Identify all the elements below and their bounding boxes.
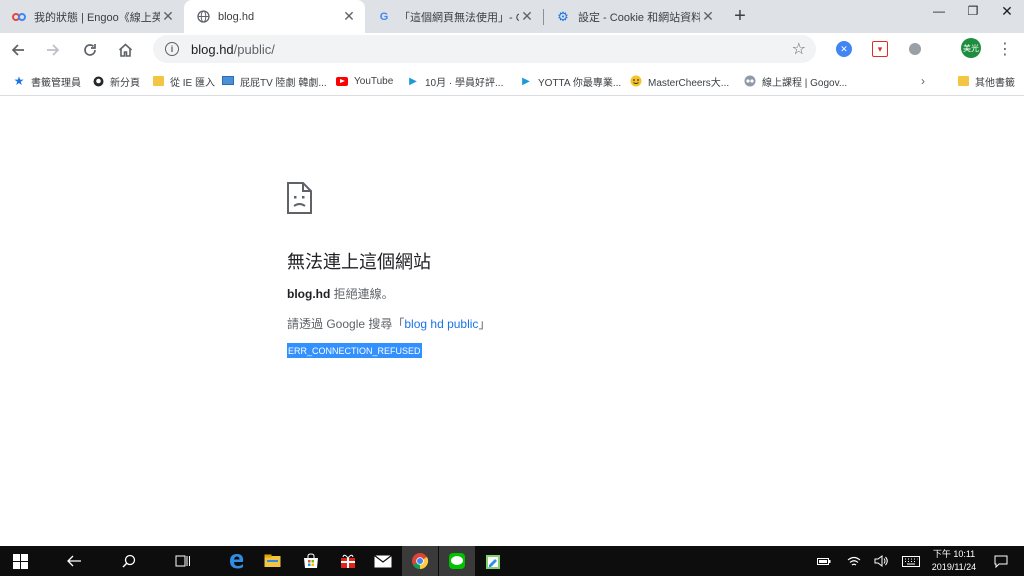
folder-icon: [957, 75, 969, 87]
keyboard-icon[interactable]: [900, 546, 922, 576]
store-icon[interactable]: [293, 546, 329, 576]
battery-icon[interactable]: [815, 546, 833, 576]
google-search-link[interactable]: blog hd public: [404, 317, 478, 331]
bookmarks-bar: ★ 書籤管理員 新分頁 從 IE 匯入 屁屁TV 陸劇 韓劇... YouTub…: [0, 66, 1024, 96]
tab-engoo[interactable]: 我的狀態 | Engoo《線上英文家 ✕: [0, 0, 184, 33]
system-clock[interactable]: 下午 10:11 2019/11/24: [925, 548, 983, 574]
error-code: ERR_CONNECTION_REFUSED: [287, 343, 422, 358]
wifi-icon[interactable]: [845, 546, 863, 576]
line-icon[interactable]: [439, 546, 475, 576]
owl-icon: [744, 75, 756, 87]
gift-app-icon[interactable]: [330, 546, 366, 576]
error-host: blog.hd: [287, 287, 331, 301]
tab-strip: 我的狀態 | Engoo《線上英文家 ✕ blog.hd ✕ G 「這個網頁無法…: [0, 0, 1024, 33]
clock-time: 下午 10:11: [932, 549, 976, 559]
settings-gear-icon: ⚙: [557, 8, 569, 24]
bookmark-item[interactable]: MasterCheers大...: [630, 73, 729, 89]
mail-icon[interactable]: [365, 546, 401, 576]
bookmark-item[interactable]: 新分頁: [92, 73, 140, 89]
bookmark-item[interactable]: ▶ YOTTA 你最專業...: [520, 73, 621, 89]
google-icon: G: [379, 10, 389, 23]
close-icon[interactable]: ✕: [700, 8, 716, 25]
star-icon: ★: [13, 74, 25, 88]
engoo-icon: [12, 10, 26, 24]
notification-icon[interactable]: [990, 546, 1012, 576]
chrome-taskbar-icon[interactable]: [402, 546, 438, 576]
youtube-icon: [336, 75, 348, 87]
search-suggestion: 請透過 Google 搜尋「blog hd public」: [287, 317, 491, 331]
reload-button[interactable]: [78, 38, 102, 62]
clock-date: 2019/11/24: [931, 562, 977, 572]
tab-settings[interactable]: ⚙ 設定 - Cookie 和網站資料 ✕: [544, 0, 724, 33]
minimize-button[interactable]: —: [922, 0, 956, 22]
close-icon[interactable]: ✕: [341, 8, 357, 25]
extension-pocket-icon[interactable]: ▾: [872, 41, 888, 57]
restore-button[interactable]: ❐: [956, 0, 990, 22]
play-icon: ▶: [409, 75, 417, 87]
error-title: 無法連上這個網站: [287, 252, 431, 272]
bookmark-star-icon[interactable]: ☆: [792, 39, 806, 59]
volume-icon[interactable]: [872, 546, 890, 576]
forward-button[interactable]: [41, 38, 65, 62]
address-bar[interactable]: i blog.hd/public/ ☆: [153, 35, 816, 63]
tv-icon: [222, 75, 234, 87]
avatar[interactable]: 美光: [961, 38, 981, 58]
bookmark-item[interactable]: YouTube: [336, 73, 393, 89]
back-button[interactable]: [6, 38, 30, 62]
close-icon[interactable]: ✕: [160, 8, 176, 25]
toolbar: i blog.hd/public/ ☆ ✕ ▾ 美光 ⋮: [0, 33, 1024, 66]
edge-icon[interactable]: [219, 546, 255, 576]
home-icon: [118, 43, 132, 57]
other-bookmarks[interactable]: 其他書籤: [957, 73, 1015, 89]
notepad-icon[interactable]: [475, 546, 511, 576]
url-text: blog.hd/public/: [191, 41, 275, 57]
globe-icon: [196, 10, 210, 24]
taskbar: 下午 10:11 2019/11/24: [0, 546, 1024, 576]
tab-chrome-help[interactable]: G 「這個網頁無法使用」- Chrom ✕: [365, 0, 543, 33]
github-icon: [92, 75, 104, 87]
home-button[interactable]: [113, 38, 137, 62]
new-tab-button[interactable]: +: [730, 5, 750, 27]
back-arrow-icon[interactable]: [56, 546, 92, 576]
bookmark-item[interactable]: 從 IE 匯入: [152, 73, 215, 89]
tab-title: 我的狀態 | Engoo《線上英文家: [34, 11, 160, 24]
search-icon[interactable]: [111, 546, 147, 576]
close-icon[interactable]: ✕: [519, 8, 535, 25]
page-content: 無法連上這個網站 blog.hd 拒絕連線。 請透過 Google 搜尋「blo…: [0, 97, 1024, 546]
extension-circle-icon[interactable]: [909, 43, 921, 55]
menu-dots-icon[interactable]: ⋮: [997, 40, 1013, 58]
bookmark-item[interactable]: 屁屁TV 陸劇 韓劇...: [222, 73, 327, 89]
reload-icon: [84, 44, 96, 56]
window-close-button[interactable]: ✕: [990, 0, 1024, 22]
task-view-icon[interactable]: [165, 546, 201, 576]
error-description: blog.hd 拒絕連線。: [287, 287, 394, 301]
back-arrow-icon: [11, 44, 24, 56]
file-explorer-icon[interactable]: [254, 546, 290, 576]
tab-title: blog.hd: [218, 10, 255, 23]
forward-arrow-icon: [47, 44, 60, 56]
folder-icon: [152, 75, 164, 87]
bookmark-item[interactable]: ★ 書籤管理員: [13, 73, 81, 89]
smiley-icon: [630, 75, 642, 87]
sad-page-icon: [287, 182, 312, 214]
tab-blog-hd[interactable]: blog.hd ✕: [184, 0, 365, 33]
bookmark-item[interactable]: ▶ 10月 · 學員好評...: [407, 73, 503, 89]
chevron-right-icon[interactable]: ›: [921, 73, 925, 89]
extension-x-icon[interactable]: ✕: [836, 41, 852, 57]
bookmark-item[interactable]: 線上課程 | Gogov...: [744, 73, 847, 89]
info-icon[interactable]: i: [165, 42, 179, 56]
tab-title: 「這個網頁無法使用」- Chrom: [399, 11, 519, 24]
tab-title: 設定 - Cookie 和網站資料: [578, 11, 700, 24]
windows-start-icon[interactable]: [2, 546, 38, 576]
play-icon: ▶: [522, 75, 530, 87]
